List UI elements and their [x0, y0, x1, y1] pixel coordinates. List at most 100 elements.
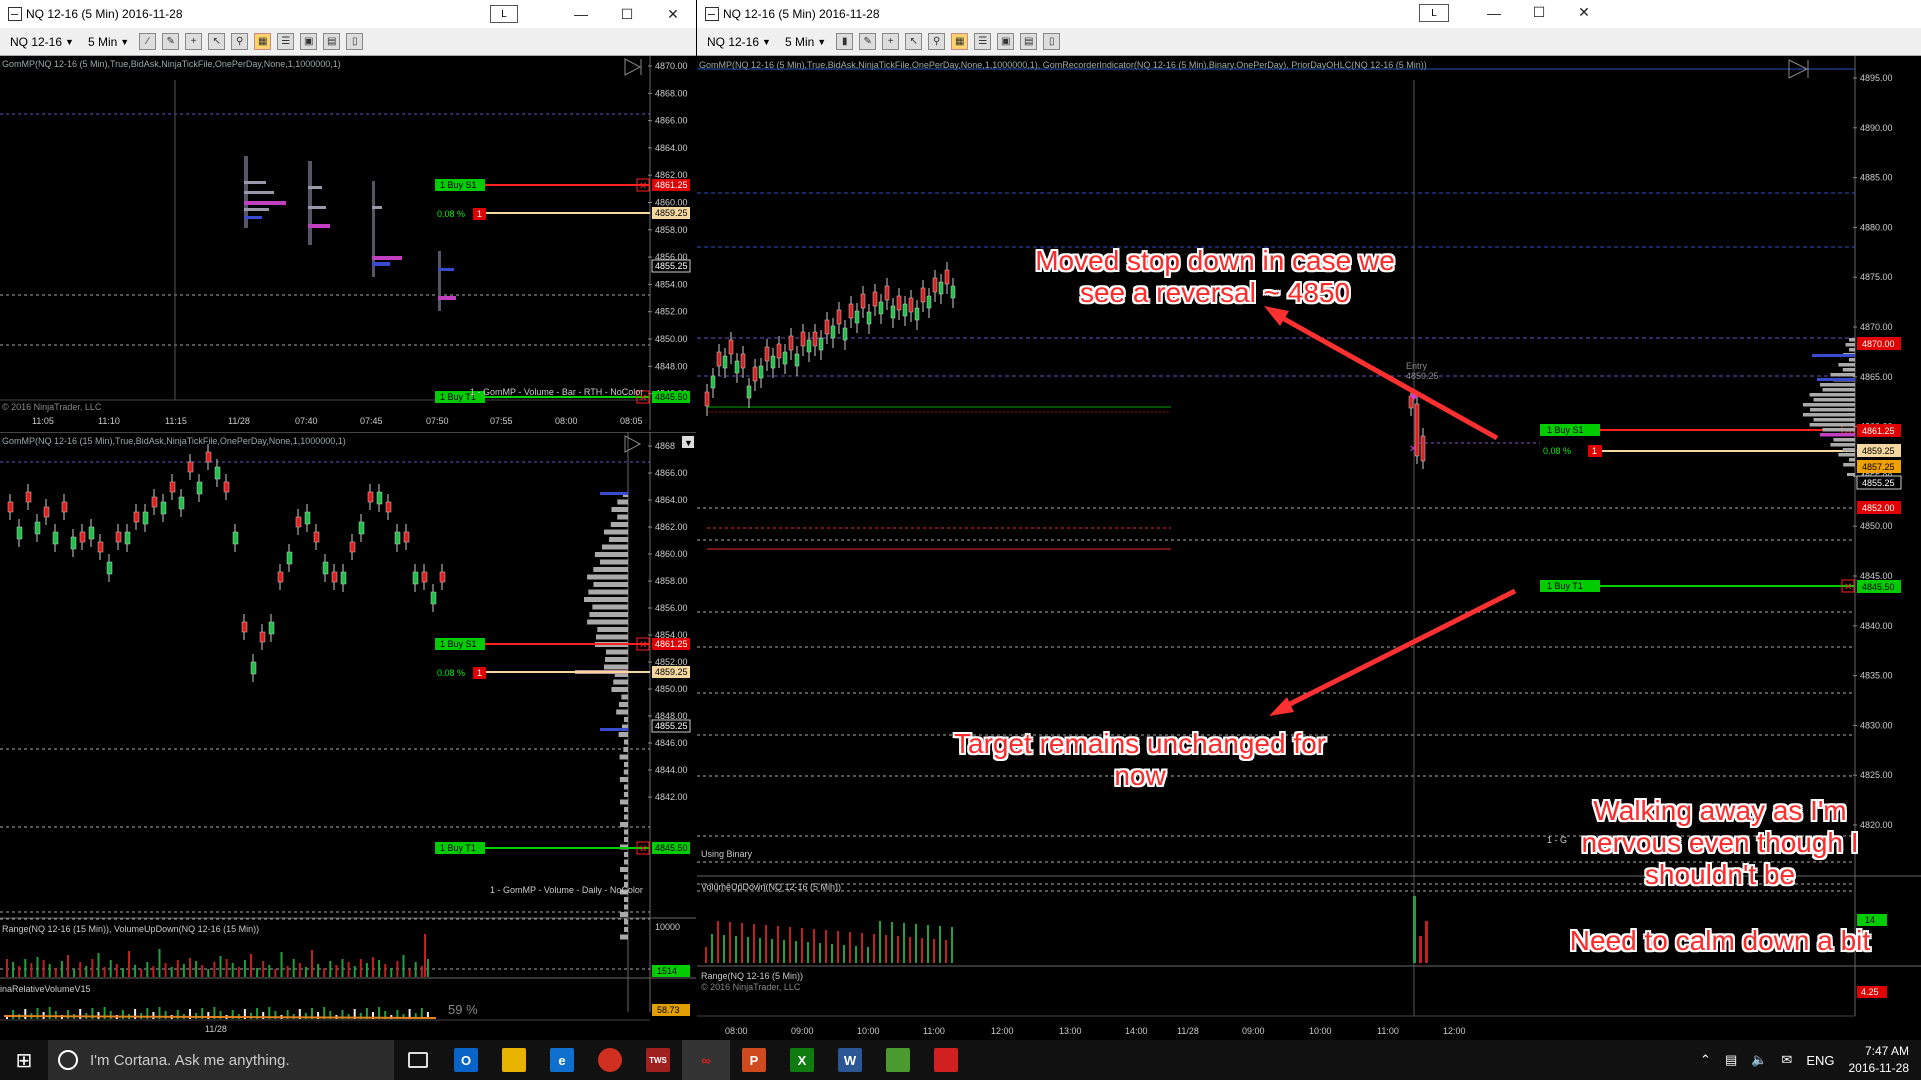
price-tick: 4844.00: [655, 765, 688, 775]
word-icon: W: [838, 1048, 862, 1072]
chevron-up-icon[interactable]: ⌃: [1700, 1052, 1711, 1068]
cursor-icon[interactable]: ↖: [208, 33, 226, 50]
left-top-chart[interactable]: GomMP(NQ 12-16 (5 Min),True,BidAsk,Ninja…: [0, 56, 696, 430]
data-box-icon[interactable]: ▤: [1020, 33, 1038, 50]
word-app[interactable]: W: [826, 1040, 874, 1080]
time-tick: 07:55: [490, 416, 513, 426]
excel-app[interactable]: X: [778, 1040, 826, 1080]
network-icon[interactable]: ▤: [1725, 1052, 1737, 1068]
maximize-icon[interactable]: ☐: [604, 6, 650, 23]
volume-panel-label: Range(NQ 12-16 (15 Min)), VolumeUpDown(N…: [2, 924, 259, 934]
file-explorer-app[interactable]: [490, 1040, 538, 1080]
outlook-app[interactable]: O: [442, 1040, 490, 1080]
cursor-icon[interactable]: ↖: [905, 33, 923, 50]
properties-icon[interactable]: ☰: [974, 33, 992, 50]
range-panel-label: Range(NQ 12-16 (5 Min)): [701, 971, 803, 981]
line-tool-icon[interactable]: ∕: [139, 33, 157, 50]
crosshair-icon[interactable]: +: [882, 33, 900, 50]
red-app[interactable]: [922, 1040, 970, 1080]
ninjatrader-app[interactable]: ∞: [682, 1040, 730, 1080]
panel-icon[interactable]: ▯: [1043, 33, 1061, 50]
time-tick: 11/28: [1177, 1026, 1199, 1036]
date-axis-label: 11/28: [205, 1024, 227, 1034]
crosshair-icon[interactable]: +: [185, 33, 203, 50]
tws-app[interactable]: TWS: [634, 1040, 682, 1080]
time-tick: 08:00: [725, 1026, 748, 1036]
pencil-icon[interactable]: ✎: [859, 33, 877, 50]
chat-icon[interactable]: ✉: [1781, 1052, 1792, 1068]
clock-date: 2016-11-28: [1848, 1061, 1910, 1075]
annotation-target-unchanged: Target remains unchanged for now: [954, 728, 1326, 791]
interval-selector[interactable]: 5 Min ▼: [84, 35, 133, 49]
time-tick: 11/28: [228, 416, 250, 426]
target-order-label[interactable]: 1 Buy T1: [1547, 581, 1583, 591]
pnl-label: 0.08 %: [437, 209, 465, 219]
time-tick: 10:00: [857, 1026, 880, 1036]
properties-icon[interactable]: ☰: [277, 33, 295, 50]
chevron-down-icon: ▼: [65, 36, 74, 47]
zoom-icon[interactable]: ⚲: [928, 33, 946, 50]
bar-style-icon[interactable]: ▮: [836, 33, 854, 50]
time-tick: 12:00: [1443, 1026, 1466, 1036]
image-icon[interactable]: ▣: [997, 33, 1015, 50]
indicator-label: GomMP(NQ 12-16 (15 Min),True,BidAsk,Ninj…: [2, 436, 346, 446]
pencil-icon[interactable]: ✎: [162, 33, 180, 50]
close-icon[interactable]: ✕: [650, 6, 696, 23]
price-tick: 4870.00: [1860, 322, 1893, 332]
task-view-button[interactable]: [394, 1040, 442, 1080]
stop-order-label[interactable]: 1 Buy S1: [440, 639, 477, 649]
time-tick: 07:50: [426, 416, 449, 426]
data-box-icon[interactable]: ▤: [323, 33, 341, 50]
instrument-selector[interactable]: NQ 12-16 ▼: [6, 35, 78, 49]
image-icon[interactable]: ▣: [300, 33, 318, 50]
price-tick: 4880.00: [1860, 222, 1893, 232]
folder-icon: [502, 1048, 526, 1072]
powerpoint-app[interactable]: P: [730, 1040, 778, 1080]
last-price-badge: 4855.25: [1862, 478, 1895, 488]
language-indicator[interactable]: ENG: [1806, 1053, 1834, 1068]
left-bottom-chart[interactable]: GomMP(NQ 12-16 (15 Min),True,BidAsk,Ninj…: [0, 432, 696, 1040]
price-tick: 4862.00: [655, 170, 688, 180]
chevron-down-icon: ▼: [817, 36, 827, 47]
svg-text:✕: ✕: [639, 181, 647, 192]
price-tick: 4850.00: [655, 334, 688, 344]
link-button[interactable]: L: [490, 5, 518, 23]
link-button[interactable]: L: [1419, 4, 1449, 22]
stop-order-label[interactable]: 1 Buy S1: [440, 180, 477, 190]
chrome-app[interactable]: [586, 1040, 634, 1080]
chevron-down-icon: ▼: [120, 36, 130, 47]
left-window-titlebar[interactable]: NQ 12-16 (5 Min) 2016-11-28 L — ☐ ✕: [0, 0, 696, 28]
minimize-icon[interactable]: —: [558, 6, 604, 22]
stop-price-badge: 4861.25: [655, 180, 688, 190]
price-tick: 4870.00: [655, 61, 688, 71]
chart-trader-icon[interactable]: ▦: [254, 33, 272, 50]
price-tick: 4852.00: [655, 307, 688, 317]
svg-text:1: 1: [477, 668, 482, 678]
right-main-chart[interactable]: GomMP(NQ 12-16 (5 Min),True,BidAsk,Ninja…: [697, 56, 1921, 1040]
edge-app[interactable]: e: [538, 1040, 586, 1080]
svg-text:1: 1: [1592, 446, 1597, 456]
svg-text:✕: ✕: [639, 640, 647, 651]
chart-trader-icon[interactable]: ▦: [951, 33, 969, 50]
stop-order-label[interactable]: 1 Buy S1: [1547, 425, 1584, 435]
zoom-icon[interactable]: ⚲: [231, 33, 249, 50]
minimize-icon[interactable]: —: [1479, 5, 1509, 21]
svg-text:▼: ▼: [684, 438, 693, 448]
time-tick: 09:00: [1242, 1026, 1265, 1036]
start-button[interactable]: ⊞: [0, 1040, 48, 1080]
price-tick: 4860.00: [655, 198, 688, 208]
system-clock[interactable]: 7:47 AM 2016-11-28: [1849, 1043, 1910, 1077]
close-icon[interactable]: ✕: [1569, 4, 1599, 21]
cortana-search-box[interactable]: I'm Cortana. Ask me anything.: [48, 1040, 394, 1080]
panel-icon[interactable]: ▯: [346, 33, 364, 50]
maximize-icon[interactable]: ☐: [1524, 4, 1554, 21]
target-order-label[interactable]: 1 Buy T1: [440, 843, 476, 853]
green-app[interactable]: [874, 1040, 922, 1080]
volume-icon[interactable]: 🔈: [1751, 1052, 1767, 1068]
instrument-selector[interactable]: NQ 12-16 ▼: [703, 35, 775, 49]
range-value-badge: 4.25: [1861, 987, 1879, 997]
relative-volume-label: inaRelativeVolumeV15: [0, 984, 91, 994]
interval-selector[interactable]: 5 Min ▼: [781, 35, 830, 49]
excel-icon: X: [790, 1048, 814, 1072]
cortana-icon: [58, 1050, 78, 1070]
